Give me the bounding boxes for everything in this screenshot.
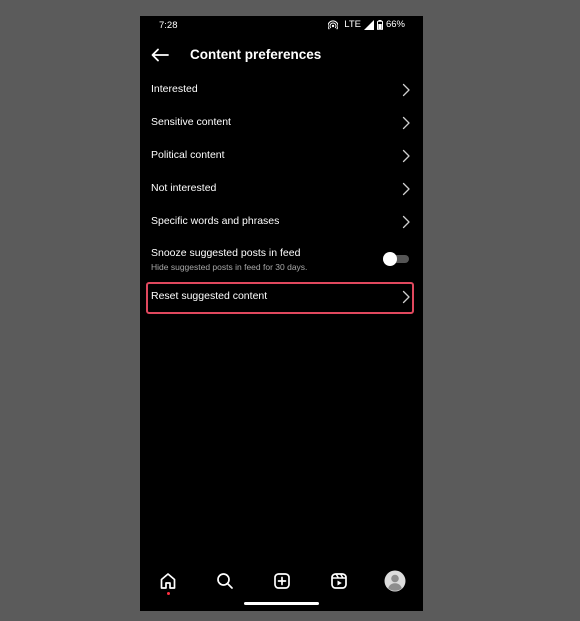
menu-item-interested[interactable]: Interested — [140, 74, 423, 106]
nav-reels[interactable] — [327, 569, 351, 593]
chevron-right-icon — [402, 149, 410, 163]
bottom-nav — [140, 566, 423, 596]
chevron-right-icon — [402, 116, 410, 130]
page-title: Content preferences — [190, 47, 322, 62]
menu-item-label: Political content — [151, 149, 225, 161]
status-time: 7:28 — [159, 20, 178, 31]
nav-search[interactable] — [213, 569, 237, 593]
menu-item-specific-words[interactable]: Specific words and phrases — [140, 206, 423, 238]
battery-level: 66% — [385, 19, 405, 30]
toggle-knob — [383, 252, 397, 266]
search-icon — [217, 573, 233, 589]
chevron-right-icon — [402, 182, 410, 196]
menu-item-political-content[interactable]: Political content — [140, 140, 423, 172]
network-type: LTE — [344, 19, 361, 30]
menu-item-label: Not interested — [151, 182, 217, 194]
signal-icon — [363, 19, 374, 30]
menu-item-not-interested[interactable]: Not interested — [140, 173, 423, 205]
home-indicator[interactable] — [244, 602, 319, 605]
snooze-suggested-posts-row: Snooze suggested posts in feed Hide sugg… — [140, 244, 423, 278]
menu-item-sensitive-content[interactable]: Sensitive content — [140, 107, 423, 139]
back-arrow-icon — [151, 48, 169, 62]
phone-screen: 7:28 LTE 66% Content preferences Interes… — [140, 16, 423, 611]
menu-item-label: Specific words and phrases — [151, 215, 280, 227]
nav-profile[interactable] — [383, 569, 407, 593]
reels-icon — [331, 573, 347, 589]
snooze-toggle[interactable] — [383, 252, 409, 266]
back-button[interactable] — [150, 45, 170, 65]
battery-icon — [376, 19, 383, 30]
hotspot-icon — [328, 19, 339, 30]
home-icon — [160, 573, 176, 589]
menu-item-label: Interested — [151, 83, 198, 95]
menu-item-label: Sensitive content — [151, 116, 231, 128]
header: Content preferences — [140, 40, 423, 70]
create-icon — [274, 573, 290, 589]
nav-create[interactable] — [270, 569, 294, 593]
snooze-subtitle: Hide suggested posts in feed for 30 days… — [151, 262, 308, 272]
chevron-right-icon — [402, 215, 410, 229]
profile-avatar-icon — [384, 570, 406, 592]
chevron-right-icon — [402, 83, 410, 97]
highlight-box — [146, 282, 414, 314]
snooze-title: Snooze suggested posts in feed — [151, 247, 301, 259]
status-indicators: LTE 66% — [328, 19, 405, 30]
notification-dot — [167, 592, 170, 595]
nav-home[interactable] — [156, 569, 180, 595]
status-bar: 7:28 LTE 66% — [140, 16, 423, 34]
